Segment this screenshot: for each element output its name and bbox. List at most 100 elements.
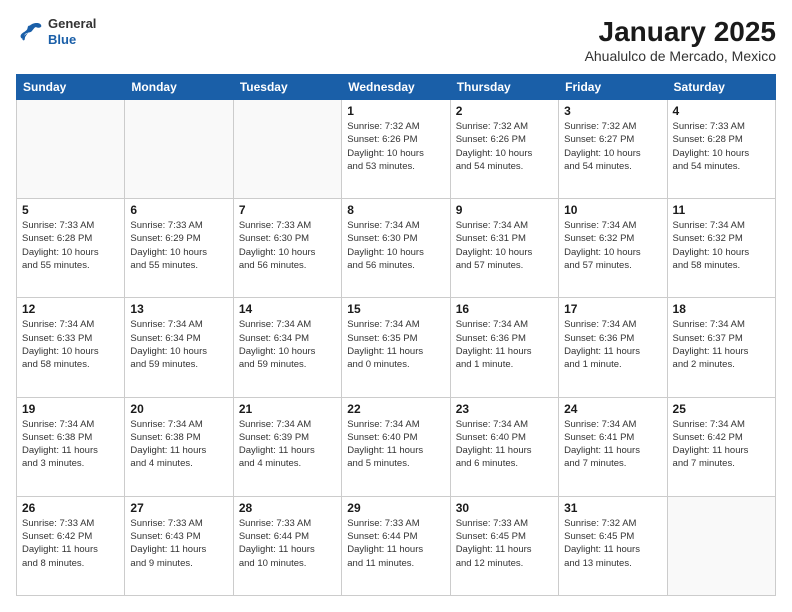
col-wednesday: Wednesday: [342, 75, 450, 100]
table-row: 2 Sunrise: 7:32 AM Sunset: 6:26 PM Daylig…: [450, 100, 558, 199]
col-monday: Monday: [125, 75, 233, 100]
col-sunday: Sunday: [17, 75, 125, 100]
page-subtitle: Ahualulco de Mercado, Mexico: [585, 48, 776, 64]
day-number: 17: [564, 302, 661, 316]
day-info: Sunrise: 7:34 AM Sunset: 6:32 PM Dayligh…: [564, 219, 661, 272]
day-number: 12: [22, 302, 119, 316]
table-row: 4 Sunrise: 7:33 AM Sunset: 6:28 PM Daylig…: [667, 100, 775, 199]
table-row: 27 Sunrise: 7:33 AM Sunset: 6:43 PM Dayli…: [125, 496, 233, 595]
day-number: 4: [673, 104, 770, 118]
day-number: 18: [673, 302, 770, 316]
day-number: 5: [22, 203, 119, 217]
table-row: 29Sunrise: 7:33 AM Sunset: 6:44 PM Dayli…: [342, 496, 450, 595]
table-row: [125, 100, 233, 199]
day-number: 13: [130, 302, 227, 316]
day-info: Sunrise: 7:33 AM Sunset: 6:44 PM Dayligh…: [347, 517, 444, 570]
calendar-week-row: 26Sunrise: 7:33 AM Sunset: 6:42 PM Dayli…: [17, 496, 776, 595]
day-info: Sunrise: 7:34 AM Sunset: 6:35 PM Dayligh…: [347, 318, 444, 371]
day-number: 9: [456, 203, 553, 217]
day-info: Sunrise: 7:34 AM Sunset: 6:40 PM Dayligh…: [347, 418, 444, 471]
header: General Blue January 2025 Ahualulco de M…: [16, 16, 776, 64]
day-info: Sunrise: 7:34 AM Sunset: 6:40 PM Dayligh…: [456, 418, 553, 471]
table-row: 19Sunrise: 7:34 AM Sunset: 6:38 PM Dayli…: [17, 397, 125, 496]
col-friday: Friday: [559, 75, 667, 100]
day-info: Sunrise: 7:33 AM Sunset: 6:29 PM Dayligh…: [130, 219, 227, 272]
day-number: 23: [456, 402, 553, 416]
table-row: 26Sunrise: 7:33 AM Sunset: 6:42 PM Dayli…: [17, 496, 125, 595]
col-thursday: Thursday: [450, 75, 558, 100]
table-row: 28 Sunrise: 7:33 AM Sunset: 6:44 PM Dayli…: [233, 496, 341, 595]
col-saturday: Saturday: [667, 75, 775, 100]
table-row: 14 Sunrise: 7:34 AM Sunset: 6:34 PM Dayli…: [233, 298, 341, 397]
day-info: Sunrise: 7:34 AM Sunset: 6:38 PM Dayligh…: [130, 418, 227, 471]
table-row: 24Sunrise: 7:34 AM Sunset: 6:41 PM Dayli…: [559, 397, 667, 496]
col-tuesday: Tuesday: [233, 75, 341, 100]
day-number: 10: [564, 203, 661, 217]
day-number: 7: [239, 203, 336, 217]
day-info: Sunrise: 7:33 AM Sunset: 6:28 PM Dayligh…: [673, 120, 770, 173]
day-info: Sunrise: 7:34 AM Sunset: 6:32 PM Dayligh…: [673, 219, 770, 272]
day-info: Sunrise: 7:32 AM Sunset: 6:45 PM Dayligh…: [564, 517, 661, 570]
day-number: 21: [239, 402, 336, 416]
day-number: 24: [564, 402, 661, 416]
table-row: 6 Sunrise: 7:33 AM Sunset: 6:29 PM Daylig…: [125, 199, 233, 298]
table-row: 13 Sunrise: 7:34 AM Sunset: 6:34 PM Dayli…: [125, 298, 233, 397]
calendar-table: Sunday Monday Tuesday Wednesday Thursday…: [16, 74, 776, 596]
title-block: January 2025 Ahualulco de Mercado, Mexic…: [585, 16, 776, 64]
day-info: Sunrise: 7:32 AM Sunset: 6:26 PM Dayligh…: [456, 120, 553, 173]
day-info: Sunrise: 7:33 AM Sunset: 6:30 PM Dayligh…: [239, 219, 336, 272]
table-row: 7 Sunrise: 7:33 AM Sunset: 6:30 PM Daylig…: [233, 199, 341, 298]
table-row: 31 Sunrise: 7:32 AM Sunset: 6:45 PM Dayli…: [559, 496, 667, 595]
day-number: 28: [239, 501, 336, 515]
table-row: 16Sunrise: 7:34 AM Sunset: 6:36 PM Dayli…: [450, 298, 558, 397]
table-row: 5Sunrise: 7:33 AM Sunset: 6:28 PM Daylig…: [17, 199, 125, 298]
table-row: 1 Sunrise: 7:32 AM Sunset: 6:26 PM Daylig…: [342, 100, 450, 199]
day-info: Sunrise: 7:33 AM Sunset: 6:44 PM Dayligh…: [239, 517, 336, 570]
day-info: Sunrise: 7:33 AM Sunset: 6:43 PM Dayligh…: [130, 517, 227, 570]
calendar-week-row: 12 Sunrise: 7:34 AM Sunset: 6:33 PM Dayli…: [17, 298, 776, 397]
logo-general: General: [48, 16, 96, 32]
table-row: 3 Sunrise: 7:32 AM Sunset: 6:27 PM Daylig…: [559, 100, 667, 199]
table-row: 11Sunrise: 7:34 AM Sunset: 6:32 PM Dayli…: [667, 199, 775, 298]
day-number: 14: [239, 302, 336, 316]
day-number: 1: [347, 104, 444, 118]
day-info: Sunrise: 7:34 AM Sunset: 6:37 PM Dayligh…: [673, 318, 770, 371]
day-number: 19: [22, 402, 119, 416]
day-number: 27: [130, 501, 227, 515]
calendar-week-row: 5Sunrise: 7:33 AM Sunset: 6:28 PM Daylig…: [17, 199, 776, 298]
day-number: 3: [564, 104, 661, 118]
day-info: Sunrise: 7:34 AM Sunset: 6:34 PM Dayligh…: [239, 318, 336, 371]
day-info: Sunrise: 7:34 AM Sunset: 6:34 PM Dayligh…: [130, 318, 227, 371]
logo: General Blue: [16, 16, 96, 47]
table-row: 18 Sunrise: 7:34 AM Sunset: 6:37 PM Dayli…: [667, 298, 775, 397]
page-title: January 2025: [585, 16, 776, 48]
day-number: 16: [456, 302, 553, 316]
table-row: [17, 100, 125, 199]
logo-blue: Blue: [48, 32, 96, 48]
day-number: 6: [130, 203, 227, 217]
page: General Blue January 2025 Ahualulco de M…: [0, 0, 792, 612]
day-info: Sunrise: 7:34 AM Sunset: 6:31 PM Dayligh…: [456, 219, 553, 272]
day-number: 31: [564, 501, 661, 515]
table-row: 21 Sunrise: 7:34 AM Sunset: 6:39 PM Dayli…: [233, 397, 341, 496]
day-number: 15: [347, 302, 444, 316]
table-row: [667, 496, 775, 595]
table-row: 8Sunrise: 7:34 AM Sunset: 6:30 PM Daylig…: [342, 199, 450, 298]
day-number: 26: [22, 501, 119, 515]
table-row: 25Sunrise: 7:34 AM Sunset: 6:42 PM Dayli…: [667, 397, 775, 496]
day-info: Sunrise: 7:32 AM Sunset: 6:27 PM Dayligh…: [564, 120, 661, 173]
day-number: 2: [456, 104, 553, 118]
day-info: Sunrise: 7:34 AM Sunset: 6:39 PM Dayligh…: [239, 418, 336, 471]
day-number: 30: [456, 501, 553, 515]
table-row: 30 Sunrise: 7:33 AM Sunset: 6:45 PM Dayli…: [450, 496, 558, 595]
table-row: 23 Sunrise: 7:34 AM Sunset: 6:40 PM Dayli…: [450, 397, 558, 496]
table-row: 9 Sunrise: 7:34 AM Sunset: 6:31 PM Daylig…: [450, 199, 558, 298]
day-info: Sunrise: 7:34 AM Sunset: 6:36 PM Dayligh…: [564, 318, 661, 371]
day-info: Sunrise: 7:34 AM Sunset: 6:33 PM Dayligh…: [22, 318, 119, 371]
day-info: Sunrise: 7:32 AM Sunset: 6:26 PM Dayligh…: [347, 120, 444, 173]
day-info: Sunrise: 7:34 AM Sunset: 6:42 PM Dayligh…: [673, 418, 770, 471]
day-info: Sunrise: 7:33 AM Sunset: 6:45 PM Dayligh…: [456, 517, 553, 570]
calendar-week-row: 1 Sunrise: 7:32 AM Sunset: 6:26 PM Daylig…: [17, 100, 776, 199]
calendar-header-row: Sunday Monday Tuesday Wednesday Thursday…: [17, 75, 776, 100]
day-info: Sunrise: 7:34 AM Sunset: 6:30 PM Dayligh…: [347, 219, 444, 272]
